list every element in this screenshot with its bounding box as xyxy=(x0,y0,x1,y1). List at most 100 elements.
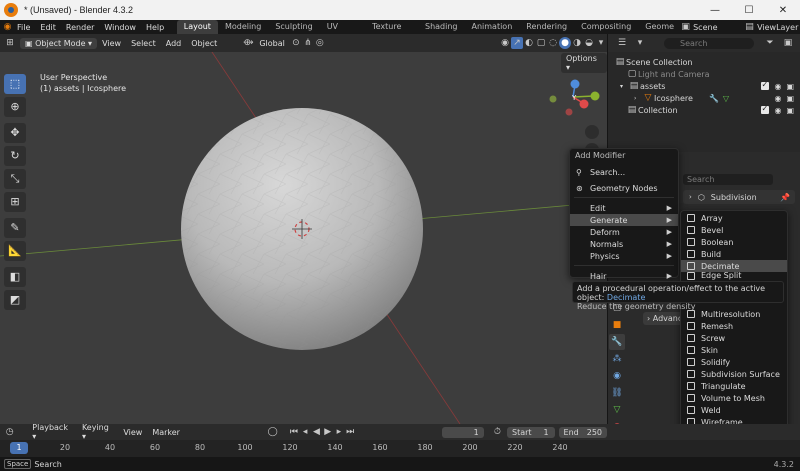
menu-marker[interactable]: Marker xyxy=(147,428,185,437)
proportional-edit-icon[interactable]: ◎ xyxy=(314,37,326,49)
gizmo-y-icon[interactable] xyxy=(590,91,600,101)
blender-menu-icon[interactable]: ◉ xyxy=(3,21,12,33)
close-button[interactable]: ✕ xyxy=(766,5,800,16)
menu-help[interactable]: Help xyxy=(141,23,169,32)
gizmo-toggle-icon[interactable]: ↗ xyxy=(511,37,523,49)
next-keyframe-icon[interactable]: ▸ xyxy=(333,426,344,438)
submenu-item-volume-to-mesh[interactable]: Volume to Mesh xyxy=(681,392,787,404)
camera-icon[interactable]: ▣ xyxy=(786,94,794,103)
submenu-item-bevel[interactable]: Bevel xyxy=(681,224,787,236)
current-frame-field[interactable]: 1 xyxy=(441,426,484,438)
menu-item-normals[interactable]: Normals ▶ xyxy=(570,238,678,250)
object-properties-tab-icon[interactable]: ■ xyxy=(609,317,625,333)
menu-playback[interactable]: Playback ▾ xyxy=(27,423,77,441)
menu-item-edit[interactable]: Edit ▶ xyxy=(570,202,678,214)
play-icon[interactable]: ▶ xyxy=(322,426,333,438)
menu-file[interactable]: File xyxy=(12,23,35,32)
mode-selector[interactable]: ▣ Object Mode ▾ xyxy=(20,37,98,49)
menu-search[interactable]: ⚲ Search... xyxy=(570,166,678,178)
transform-orientation[interactable]: Global xyxy=(254,39,290,48)
exclude-checkbox[interactable] xyxy=(761,104,770,114)
outliner-row-scene-collection[interactable]: ▤ Scene Collection xyxy=(608,56,800,68)
solid-shading-icon[interactable]: ● xyxy=(559,37,571,49)
pin-icon[interactable]: 📌 xyxy=(780,193,795,202)
editor-type-icon[interactable]: ⊞ xyxy=(4,37,16,49)
add-cube-tool-icon[interactable]: ◧ xyxy=(4,267,26,287)
data-tab-icon[interactable]: ▽ xyxy=(609,402,625,418)
overlay-toggle-icon[interactable]: ◐ xyxy=(523,37,535,49)
transform-tool-icon[interactable]: ⊞ xyxy=(4,192,26,212)
camera-icon[interactable]: ▣ xyxy=(786,82,794,91)
tab-texture-paint[interactable]: Texture Paint xyxy=(365,20,418,45)
tab-layout[interactable]: Layout xyxy=(176,20,218,34)
physics-tab-icon[interactable]: ◉ xyxy=(609,368,625,384)
tab-modeling[interactable]: Modeling xyxy=(218,20,268,34)
tab-uv-editing[interactable]: UV Editing xyxy=(320,20,365,45)
wireframe-shading-icon[interactable]: ◌ xyxy=(547,37,559,49)
shading-options-icon[interactable]: ▾ xyxy=(595,37,607,49)
expand-icon[interactable]: › xyxy=(634,95,642,102)
tab-sculpting[interactable]: Sculpting xyxy=(268,20,319,34)
outliner-search-input[interactable]: Search xyxy=(664,37,754,49)
snap-icon[interactable]: ⋔ xyxy=(302,37,314,49)
menu-add[interactable]: Add xyxy=(161,39,187,48)
annotate-tool-icon[interactable]: ✎ xyxy=(4,218,26,238)
submenu-item-edge-split[interactable]: Edge Split xyxy=(681,272,787,280)
submenu-item-weld[interactable]: Weld xyxy=(681,404,787,416)
maximize-button[interactable]: ☐ xyxy=(732,5,766,16)
xray-icon[interactable]: ▢ xyxy=(535,37,547,49)
expand-icon[interactable]: ▾ xyxy=(620,83,628,90)
tab-shading[interactable]: Shading xyxy=(418,20,465,34)
menu-render[interactable]: Render xyxy=(61,23,99,32)
menu-item-deform[interactable]: Deform ▶ xyxy=(570,226,678,238)
menu-keying[interactable]: Keying ▾ xyxy=(77,423,118,441)
measure-tool-icon[interactable]: 📐 xyxy=(4,241,26,261)
outliner-row-collection[interactable]: ▤ Collection ◉ ▣ xyxy=(608,104,800,116)
camera-icon[interactable]: ▣ xyxy=(786,106,794,115)
submenu-item-triangulate[interactable]: Triangulate xyxy=(681,380,787,392)
modifier-panel-subdivision[interactable]: › ⬡ Subdivision 📌 xyxy=(683,190,795,204)
rendered-shading-icon[interactable]: ◒ xyxy=(583,37,595,49)
filter-icon[interactable]: ⏷ xyxy=(764,37,776,49)
scale-tool-icon[interactable]: ⤡ xyxy=(4,169,26,189)
material-shading-icon[interactable]: ◑ xyxy=(571,37,583,49)
eye-icon[interactable]: ◉ xyxy=(774,94,781,103)
view-layer-selector[interactable]: ViewLayer xyxy=(754,23,800,32)
menu-timeline-view[interactable]: View xyxy=(118,428,147,437)
exclude-checkbox[interactable] xyxy=(761,80,770,90)
gizmo-z-icon[interactable] xyxy=(570,79,580,89)
constraints-tab-icon[interactable]: ⛓ xyxy=(609,385,625,401)
menu-view[interactable]: View xyxy=(97,39,126,48)
outliner-row-light-camera[interactable]: ▢ Light and Camera xyxy=(608,68,800,80)
outliner-row-assets[interactable]: ▾ ▤ assets ◉ ▣ xyxy=(608,80,800,92)
menu-edit[interactable]: Edit xyxy=(35,23,61,32)
submenu-item-build[interactable]: Build xyxy=(681,248,787,260)
timeline-ruler[interactable]: 1 20 40 60 80 100 120 140 160 180 200 22… xyxy=(0,440,800,457)
options-button[interactable]: Options ▾ xyxy=(561,53,607,73)
pivot-icon[interactable]: ⊙ xyxy=(290,37,302,49)
submenu-item-decimate[interactable]: Decimate xyxy=(681,260,787,272)
menu-object[interactable]: Object xyxy=(186,39,222,48)
submenu-item-array[interactable]: Array xyxy=(681,212,787,224)
submenu-item-subdivision-surface[interactable]: Subdivision Surface xyxy=(681,368,787,380)
new-collection-icon[interactable]: ▣ xyxy=(782,37,794,49)
particles-tab-icon[interactable]: ⁂ xyxy=(609,351,625,367)
submenu-item-screw[interactable]: Screw xyxy=(681,332,787,344)
cursor-tool-icon[interactable]: ⊕ xyxy=(4,97,26,117)
eye-icon[interactable]: ◉ xyxy=(774,106,781,115)
prev-keyframe-icon[interactable]: ◂ xyxy=(300,426,311,438)
menu-item-generate[interactable]: Generate ▶ xyxy=(570,214,678,226)
submenu-item-remesh[interactable]: Remesh xyxy=(681,320,787,332)
scene-selector[interactable]: Scene xyxy=(690,23,745,32)
submenu-item-solidify[interactable]: Solidify xyxy=(681,356,787,368)
gizmo-x-icon[interactable] xyxy=(579,99,589,109)
tab-animation[interactable]: Animation xyxy=(464,20,519,34)
jump-end-icon[interactable]: ⏭ xyxy=(345,426,356,438)
3d-viewport[interactable]: Y Z X User Perspective (1) assets | Icos… xyxy=(0,34,607,424)
playhead[interactable]: 1 xyxy=(10,442,28,454)
properties-search-input[interactable]: Search xyxy=(683,174,773,185)
auto-keying-icon[interactable]: ◯ xyxy=(267,426,278,438)
tab-geometry-nodes[interactable]: Geome xyxy=(638,20,681,34)
add-cube-alt-tool-icon[interactable]: ◩ xyxy=(4,290,26,310)
end-frame-field[interactable]: End 250 xyxy=(558,426,608,438)
